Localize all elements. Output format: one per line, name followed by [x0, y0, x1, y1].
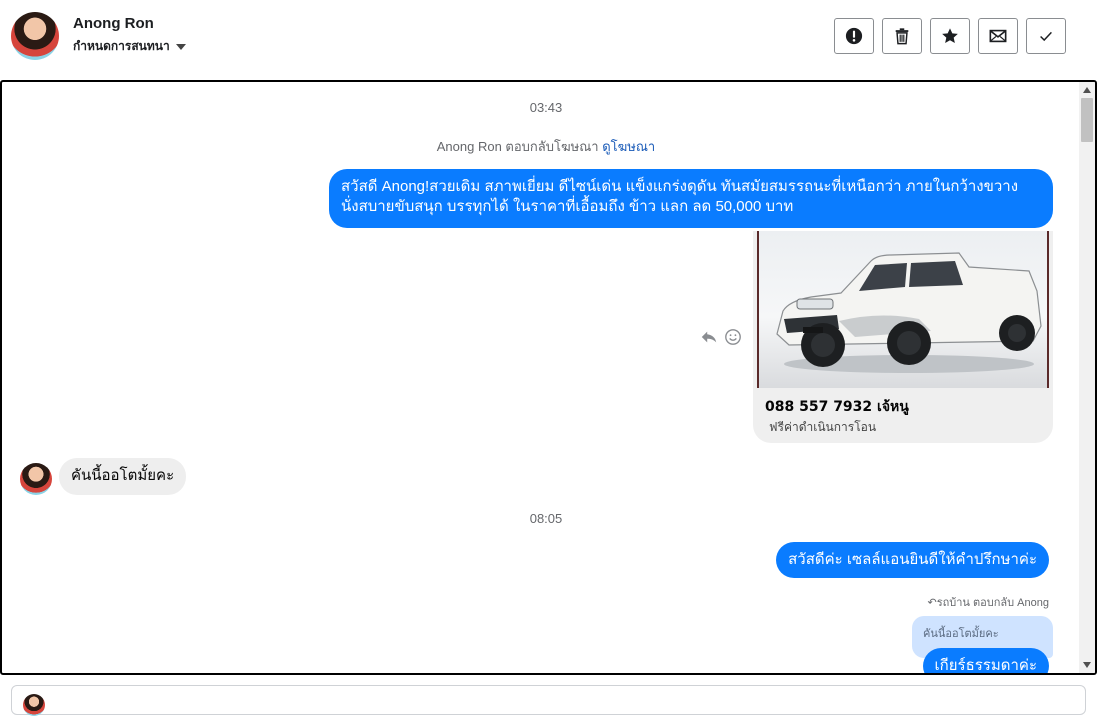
incoming-message: คันนี้ออโตมั้ยคะ	[59, 458, 187, 495]
exclamation-icon	[845, 27, 863, 45]
star-icon	[942, 28, 958, 44]
contact-name[interactable]: Anong Ron	[73, 15, 154, 32]
envelope-icon	[989, 29, 1007, 43]
message-actions	[700, 328, 742, 346]
spam-button[interactable]	[834, 18, 874, 54]
ad-preview-card[interactable]: 088 557 7932 เจ้หนู ฟรีค่าดำเนินการโอน	[753, 231, 1053, 443]
outgoing-message: สวัสดี Anong!สวยเดิม สภาพเยี่ยม ดีไซน์เด…	[329, 169, 1053, 228]
contact-avatar-small[interactable]	[20, 463, 52, 495]
reply-context-text: รถบ้าน ตอบกลับ Anong	[936, 597, 1049, 609]
pickup-truck-illustration	[776, 252, 1042, 373]
reply-context-note: ↶รถบ้าน ตอบกลับ Anong	[927, 593, 1049, 611]
message-thread[interactable]: 03:43 Anong Ron ตอบกลับโฆษณา ดูโฆษณา สวั…	[0, 80, 1097, 675]
message-line: นั่งสบายขับสนุก บรรทุกได้ ในราคาที่เอื้อ…	[341, 198, 794, 215]
scrollbar-thumb[interactable]	[1081, 98, 1093, 142]
message-line: สวัสดี Anong!สวยเดิม สภาพเยี่ยม ดีไซน์เด…	[341, 178, 1019, 195]
ad-image	[757, 231, 1049, 388]
ad-card-subtitle: ฟรีค่าดำเนินการโอน	[769, 420, 877, 434]
page-avatar	[23, 694, 45, 716]
trash-icon	[895, 28, 909, 45]
ad-reply-notice: Anong Ron ตอบกลับโฆษณา ดูโฆษณา	[2, 136, 1090, 157]
ad-reply-text: Anong Ron ตอบกลับโฆษณา	[436, 139, 599, 154]
reply-small-icon: ↶	[927, 597, 937, 609]
scroll-up-arrow[interactable]	[1083, 87, 1091, 93]
message-composer[interactable]	[11, 685, 1086, 716]
delete-button[interactable]	[882, 18, 922, 54]
view-ad-link[interactable]: ดูโฆษณา	[602, 139, 655, 154]
contact-avatar[interactable]	[11, 12, 59, 60]
outgoing-message: เกียร์ธรรมดาค่ะ	[922, 648, 1049, 673]
star-button[interactable]	[930, 18, 970, 54]
mark-unread-button[interactable]	[978, 18, 1018, 54]
conversation-label-text: กำหนดการสนทนา	[73, 39, 170, 53]
conversation-actions	[834, 18, 1066, 54]
scroll-down-arrow[interactable]	[1083, 662, 1091, 668]
timestamp: 08:05	[529, 511, 563, 526]
ad-card-title: 088 557 7932 เจ้หนู	[765, 399, 909, 415]
reply-icon[interactable]	[700, 328, 718, 346]
conversation-header: Anong Ron กำหนดการสนทนา	[0, 0, 1097, 80]
mark-done-button[interactable]	[1026, 18, 1066, 54]
check-icon	[1040, 31, 1052, 42]
timestamp: 03:43	[529, 100, 563, 115]
emoji-icon[interactable]	[724, 328, 742, 346]
thread-scrollbar[interactable]	[1079, 82, 1095, 673]
conversation-label-dropdown[interactable]: กำหนดการสนทนา	[73, 37, 186, 56]
outgoing-message: สวัสดีค่ะ เซลล์แอนยินดีให้คำปรึกษาค่ะ	[776, 542, 1049, 578]
chevron-down-icon	[175, 43, 186, 50]
